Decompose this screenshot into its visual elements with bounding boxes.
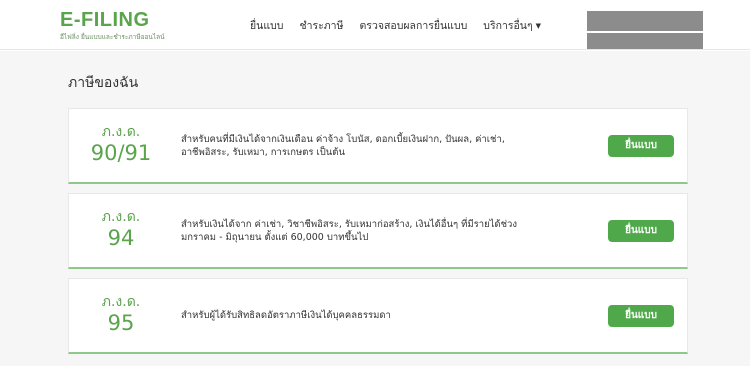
form-prefix: ภ.ง.ด. xyxy=(101,209,141,225)
tax-form-card-94: ภ.ง.ด. 94 สำหรับเงินได้จาก ค่าเช่า, วิชา… xyxy=(68,193,688,269)
tax-form-card-95: ภ.ง.ด. 95 สำหรับผู้ได้รับสิทธิลดอัตราภาษ… xyxy=(68,278,688,354)
nav-other-services[interactable]: บริการอื่นๆ ▼ xyxy=(483,17,541,34)
redacted-block-top xyxy=(587,11,703,31)
form-code: 94 xyxy=(107,226,135,250)
tax-form-card-90-91: ภ.ง.ด. 90/91 สำหรับคนที่มีเงินได้จากเงิน… xyxy=(68,108,688,184)
caret-down-icon: ▼ xyxy=(535,22,541,30)
form-description: สำหรับคนที่มีเงินได้จากเงินเดือน ค่าจ้าง… xyxy=(181,134,505,158)
form-prefix: ภ.ง.ด. xyxy=(101,294,141,310)
efiling-logo[interactable]: E-FILING อีไฟลิ่ง ยื่นแบบและชำระภาษีออนไ… xyxy=(60,10,165,42)
file-return-button[interactable]: ยื่นแบบ xyxy=(608,305,674,327)
form-prefix: ภ.ง.ด. xyxy=(101,124,141,140)
nav-check-filing-result[interactable]: ตรวจสอบผลการยื่นแบบ xyxy=(359,17,467,34)
form-code: 95 xyxy=(107,311,135,335)
logo-subtitle: อีไฟลิ่ง ยื่นแบบและชำระภาษีออนไลน์ xyxy=(60,33,165,41)
file-return-button[interactable]: ยื่นแบบ xyxy=(608,135,674,157)
file-return-button[interactable]: ยื่นแบบ xyxy=(608,220,674,242)
form-description: สำหรับเงินได้จาก ค่าเช่า, วิชาชีพอิสระ, … xyxy=(181,219,518,243)
nav-other-services-label: บริการอื่นๆ xyxy=(483,20,533,32)
form-code: 90/91 xyxy=(90,141,152,165)
top-navigation-bar: E-FILING อีไฟลิ่ง ยื่นแบบและชำระภาษีออนไ… xyxy=(0,0,750,50)
nav-pay-tax[interactable]: ชำระภาษี xyxy=(299,17,343,34)
page-title: ภาษีของฉัน xyxy=(68,75,139,91)
logo-text: E-FILING xyxy=(60,9,150,31)
redacted-block-bottom xyxy=(587,33,703,49)
nav-file-return[interactable]: ยื่นแบบ xyxy=(250,17,283,34)
main-nav: ยื่นแบบ ชำระภาษี ตรวจสอบผลการยื่นแบบ บริ… xyxy=(250,17,541,34)
form-description: สำหรับผู้ได้รับสิทธิลดอัตราภาษีเงินได้บุ… xyxy=(181,310,391,321)
